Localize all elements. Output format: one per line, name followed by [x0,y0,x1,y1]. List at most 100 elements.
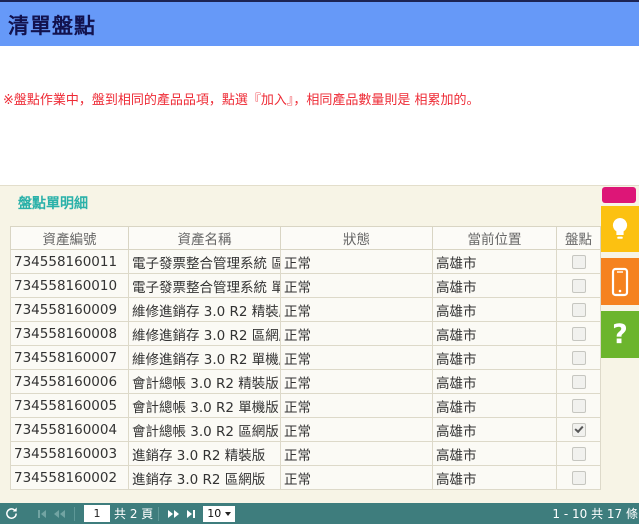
inventory-checkbox[interactable] [572,471,586,485]
cell-asset-id: 734558160010 [11,274,129,298]
record-range-label: 1 - 10 共 17 條 [552,505,638,522]
cell-asset-name: 會計總帳 3.0 R2 精裝版 [129,370,281,394]
inventory-checkbox[interactable] [572,255,586,269]
page-title: 清單盤點 [0,2,639,40]
cell-asset-name: 維修進銷存 3.0 R2 單機版 [129,346,281,370]
cell-status: 正常 [281,442,433,466]
refresh-button[interactable] [5,507,18,520]
prev-page-icon-2 [60,510,65,518]
cell-asset-name: 維修進銷存 3.0 R2 精裝版 [129,298,281,322]
cell-status: 正常 [281,394,433,418]
chevron-down-icon [225,512,231,516]
cell-location: 高雄市 [433,298,557,322]
column-header-asset-name[interactable]: 資產名稱 [129,227,281,250]
table-row[interactable]: 734558160006 會計總帳 3.0 R2 精裝版 正常 高雄市 [11,370,601,394]
cell-status: 正常 [281,274,433,298]
pagination-bar: 共 2 頁 10 1 - 10 共 17 條 [0,503,639,524]
cell-status: 正常 [281,346,433,370]
cell-location: 高雄市 [433,250,557,274]
total-pages-label: 共 2 頁 [114,505,153,522]
cell-asset-name: 維修進銷存 3.0 R2 區網版 [129,322,281,346]
inventory-checkbox[interactable] [572,351,586,365]
cell-location: 高雄市 [433,394,557,418]
last-page-icon [187,510,192,518]
cell-location: 高雄市 [433,322,557,346]
cell-asset-id: 734558160011 [11,250,129,274]
page-size-value: 10 [207,507,221,520]
floating-button-help[interactable]: ? [601,311,639,358]
cell-status: 正常 [281,322,433,346]
cell-asset-id: 734558160006 [11,370,129,394]
table-body: 734558160011 電子發票整合管理系統 區網版 正常 高雄市 73455… [11,250,601,490]
next-page-icon-2 [174,510,179,518]
cell-location: 高雄市 [433,346,557,370]
cell-location: 高雄市 [433,370,557,394]
floating-button-pink[interactable] [602,187,636,203]
cell-asset-name: 電子發票整合管理系統 區網版 [129,250,281,274]
first-page-button[interactable] [38,510,46,518]
column-header-location[interactable]: 當前位置 [433,227,557,250]
cell-status: 正常 [281,418,433,442]
lightbulb-icon [609,216,631,242]
table-row[interactable]: 734558160008 維修進銷存 3.0 R2 區網版 正常 高雄市 [11,322,601,346]
table-row[interactable]: 734558160011 電子發票整合管理系統 區網版 正常 高雄市 [11,250,601,274]
inventory-detail-link[interactable]: 盤點單明細 [18,193,88,213]
inventory-panel: 盤點單明細 資產編號 資產名稱 狀態 當前位置 盤點 734558160011 … [0,185,639,503]
cell-status: 正常 [281,466,433,490]
cell-status: 正常 [281,370,433,394]
cell-asset-name: 進銷存 3.0 R2 區網版 [129,466,281,490]
pager-divider [74,507,75,521]
column-header-status[interactable]: 狀態 [281,227,433,250]
table-row[interactable]: 734558160007 維修進銷存 3.0 R2 單機版 正常 高雄市 [11,346,601,370]
inventory-checkbox[interactable] [572,303,586,317]
cell-asset-name: 電子發票整合管理系統 單機版 [129,274,281,298]
cell-asset-id: 734558160004 [11,418,129,442]
phone-icon [609,267,631,297]
cell-location: 高雄市 [433,274,557,298]
prev-page-button[interactable] [54,510,65,518]
next-page-button[interactable] [168,510,179,518]
last-page-icon-bar [193,510,195,518]
cell-location: 高雄市 [433,442,557,466]
cell-asset-id: 734558160008 [11,322,129,346]
table-row[interactable]: 734558160010 電子發票整合管理系統 單機版 正常 高雄市 [11,274,601,298]
question-icon: ? [612,319,628,350]
pager-divider-2 [158,507,159,521]
cell-status: 正常 [281,250,433,274]
prev-page-icon [54,510,59,518]
page-number-input[interactable] [84,505,110,522]
table-row[interactable]: 734558160002 進銷存 3.0 R2 區網版 正常 高雄市 [11,466,601,490]
page-size-select[interactable]: 10 [203,506,235,522]
cell-asset-id: 734558160003 [11,442,129,466]
cell-location: 高雄市 [433,466,557,490]
cell-location: 高雄市 [433,418,557,442]
inventory-checkbox[interactable] [572,327,586,341]
first-page-icon [38,510,40,518]
table-row[interactable]: 734558160009 維修進銷存 3.0 R2 精裝版 正常 高雄市 [11,298,601,322]
floating-button-tip[interactable] [601,206,639,252]
column-header-asset-id[interactable]: 資產編號 [11,227,129,250]
table-row[interactable]: 734558160003 進銷存 3.0 R2 精裝版 正常 高雄市 [11,442,601,466]
table-row[interactable]: 734558160005 會計總帳 3.0 R2 單機版 正常 高雄市 [11,394,601,418]
table-header-row: 資產編號 資產名稱 狀態 當前位置 盤點 [11,227,601,250]
cell-asset-id: 734558160007 [11,346,129,370]
refresh-icon [5,507,18,520]
inventory-notice-text: ※盤點作業中，盤到相同的產品品項，點選『加入』，相同產品數量則是 相累加的。 [3,89,623,108]
last-page-button[interactable] [187,510,195,518]
first-page-icon-arrow [41,510,46,518]
cell-asset-id: 734558160002 [11,466,129,490]
cell-asset-name: 會計總帳 3.0 R2 單機版 [129,394,281,418]
inventory-table: 資產編號 資產名稱 狀態 當前位置 盤點 734558160011 電子發票整合… [10,226,601,490]
inventory-checkbox[interactable] [572,399,586,413]
column-header-check[interactable]: 盤點 [557,227,601,250]
cell-asset-id: 734558160005 [11,394,129,418]
inventory-checkbox[interactable] [572,447,586,461]
page-header: 清單盤點 [0,0,639,46]
cell-status: 正常 [281,298,433,322]
inventory-checkbox[interactable] [572,375,586,389]
inventory-checkbox[interactable] [572,279,586,293]
inventory-checkbox[interactable] [572,423,586,437]
cell-asset-id: 734558160009 [11,298,129,322]
floating-button-mobile[interactable] [601,258,639,305]
table-row[interactable]: 734558160004 會計總帳 3.0 R2 區網版 正常 高雄市 [11,418,601,442]
